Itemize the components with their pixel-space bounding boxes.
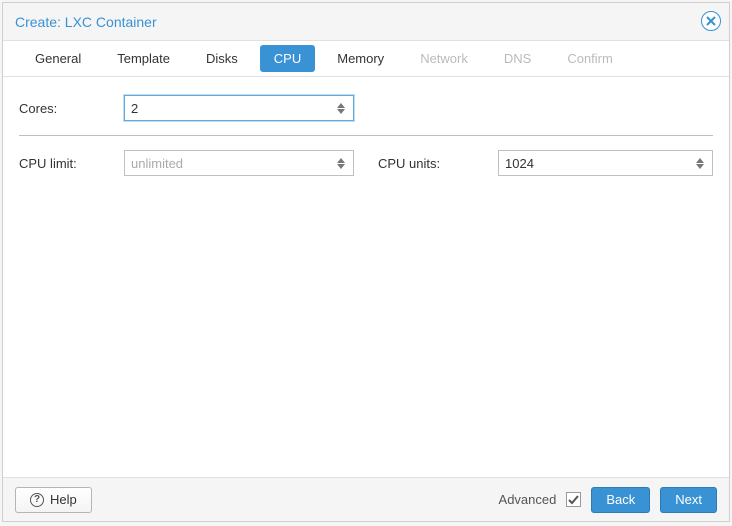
help-button[interactable]: ? Help xyxy=(15,487,92,513)
cpu-limit-input[interactable]: unlimited xyxy=(124,150,354,176)
footer: ? Help Advanced Back Next xyxy=(3,477,729,521)
titlebar: Create: LXC Container xyxy=(3,3,729,41)
next-button[interactable]: Next xyxy=(660,487,717,513)
chevron-up-icon xyxy=(696,158,704,163)
close-button[interactable] xyxy=(701,11,721,31)
chevron-down-icon xyxy=(337,164,345,169)
next-label: Next xyxy=(675,492,702,507)
chevron-down-icon xyxy=(696,164,704,169)
checkmark-icon xyxy=(568,494,579,505)
help-icon: ? xyxy=(30,493,44,507)
tab-general[interactable]: General xyxy=(21,45,95,72)
tab-cpu[interactable]: CPU xyxy=(260,45,315,72)
create-lxc-dialog: Create: LXC Container General Template D… xyxy=(2,2,730,522)
tab-template[interactable]: Template xyxy=(103,45,184,72)
back-button[interactable]: Back xyxy=(591,487,650,513)
cpu-units-spinner[interactable] xyxy=(696,151,708,175)
chevron-up-icon xyxy=(337,103,345,108)
help-label: Help xyxy=(50,492,77,507)
tab-content: Cores: 2 CPU limit: unlimited xyxy=(3,77,729,477)
advanced-label: Advanced xyxy=(499,492,557,507)
cpu-units-input[interactable]: 1024 xyxy=(498,150,713,176)
cpu-units-label: CPU units: xyxy=(378,156,498,171)
cores-label: Cores: xyxy=(19,101,124,116)
chevron-up-icon xyxy=(337,158,345,163)
divider xyxy=(19,135,713,136)
cores-value: 2 xyxy=(131,101,138,116)
tab-confirm: Confirm xyxy=(553,45,627,72)
advanced-checkbox[interactable] xyxy=(566,492,581,507)
close-icon xyxy=(706,16,716,26)
cores-spinner[interactable] xyxy=(337,96,349,120)
row-limits: CPU limit: unlimited CPU units: 1024 xyxy=(19,146,713,180)
tab-dns: DNS xyxy=(490,45,545,72)
chevron-down-icon xyxy=(337,109,345,114)
tab-memory[interactable]: Memory xyxy=(323,45,398,72)
back-label: Back xyxy=(606,492,635,507)
cores-input[interactable]: 2 xyxy=(124,95,354,121)
cpu-limit-label: CPU limit: xyxy=(19,156,124,171)
field-cpu-units: CPU units: 1024 xyxy=(378,150,713,176)
cpu-units-value: 1024 xyxy=(505,156,534,171)
cpu-limit-placeholder: unlimited xyxy=(131,156,183,171)
field-cores: Cores: 2 xyxy=(19,95,354,121)
tab-disks[interactable]: Disks xyxy=(192,45,252,72)
row-cores: Cores: 2 xyxy=(19,91,713,125)
tab-bar: General Template Disks CPU Memory Networ… xyxy=(3,41,729,77)
dialog-title: Create: LXC Container xyxy=(15,14,157,30)
cpu-limit-spinner[interactable] xyxy=(337,151,349,175)
field-cpu-limit: CPU limit: unlimited xyxy=(19,150,354,176)
tab-network: Network xyxy=(406,45,482,72)
